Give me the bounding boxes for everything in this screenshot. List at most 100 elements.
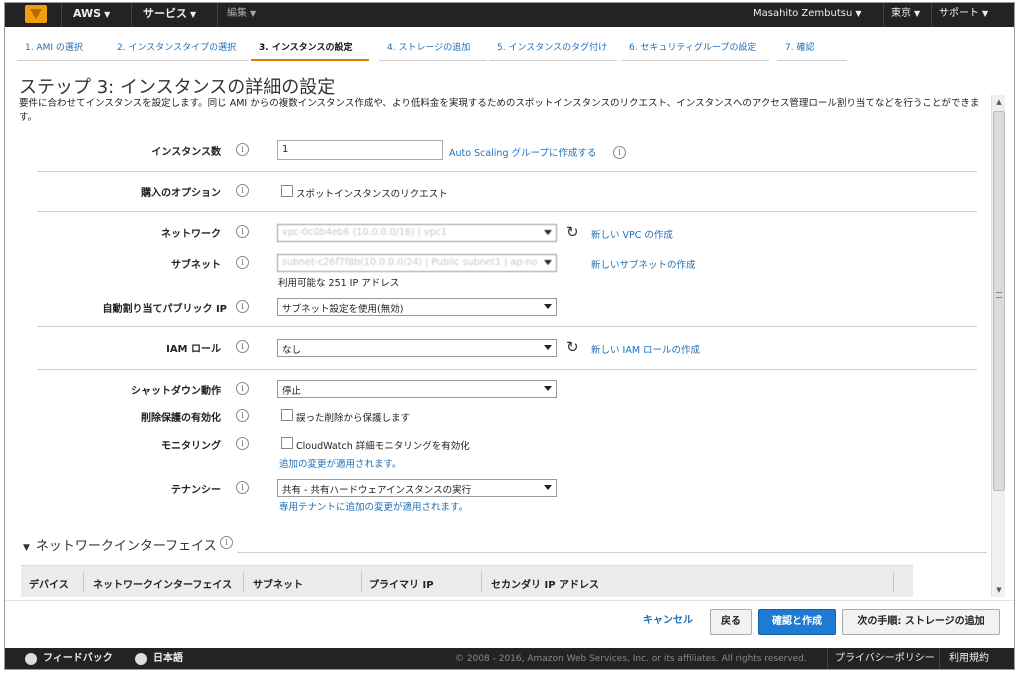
divider bbox=[37, 326, 977, 327]
shutdown-label: シャットダウン動作 bbox=[131, 386, 221, 397]
spot-request-label: スポットインスタンスのリクエスト bbox=[296, 189, 448, 200]
shutdown-value: 停止 bbox=[282, 386, 302, 397]
column-subnet: サブネット bbox=[253, 580, 303, 591]
info-icon[interactable]: i bbox=[220, 536, 233, 549]
caret-down-icon: ▼ bbox=[23, 543, 30, 553]
divider bbox=[883, 3, 884, 27]
info-icon[interactable]: i bbox=[236, 340, 249, 353]
info-icon[interactable]: i bbox=[236, 300, 249, 313]
create-vpc-link[interactable]: 新しい VPC の作成 bbox=[591, 227, 673, 241]
scrollbar-thumb[interactable] bbox=[993, 111, 1005, 491]
info-icon[interactable]: i bbox=[613, 146, 626, 159]
public-ip-select[interactable]: サブネット設定を使用(無効) bbox=[277, 298, 557, 316]
monitoring-note: 追加の変更が適用されます。 bbox=[279, 459, 402, 470]
iam-role-label: IAM ロール bbox=[166, 344, 221, 355]
edit-menu[interactable]: 編集 ▼ bbox=[227, 3, 256, 27]
instance-count-input[interactable]: 1 bbox=[277, 140, 443, 160]
chevron-down-icon: ▼ bbox=[855, 9, 862, 18]
console-window: AWS ▼ サービス ▼ 編集 ▼ Masahito Zembutsu ▼ 東京 ▼ サポ… bbox=[4, 2, 1015, 670]
network-interfaces-title: ネットワークインターフェイス bbox=[35, 539, 217, 554]
info-icon[interactable]: i bbox=[236, 481, 249, 494]
chevron-down-icon: ▼ bbox=[250, 9, 257, 18]
monitoring-checkbox[interactable] bbox=[281, 437, 293, 449]
termination-protection-label: 削除保護の有効化 bbox=[141, 413, 221, 424]
info-icon[interactable]: i bbox=[236, 437, 249, 450]
create-iam-role-link[interactable]: 新しい IAM ロールの作成 bbox=[591, 342, 700, 356]
chevron-down-icon bbox=[544, 260, 552, 265]
network-interfaces-table-header: デバイス ネットワークインターフェイス サブネット プライマリ IP セカンダリ… bbox=[21, 565, 913, 597]
privacy-policy-link[interactable]: プライバシーポリシー bbox=[835, 648, 935, 669]
region-menu[interactable]: 東京 ▼ bbox=[891, 3, 920, 27]
column-network-interface: ネットワークインターフェイス bbox=[93, 580, 233, 591]
column-secondary-ip: セカンダリ IP アドレス bbox=[491, 580, 600, 591]
next-add-storage-button[interactable]: 次の手順: ストレージの追加 bbox=[842, 609, 1000, 635]
refresh-icon[interactable]: ↻ bbox=[566, 224, 579, 240]
info-icon[interactable]: i bbox=[236, 184, 249, 197]
divider bbox=[481, 572, 482, 592]
purchase-option-label: 購入のオプション bbox=[141, 188, 221, 199]
divider bbox=[931, 3, 932, 27]
info-icon[interactable]: i bbox=[236, 382, 249, 395]
network-select[interactable]: vpc-0c0b4eb6 (10.0.0.0/16) | vpc1 bbox=[277, 224, 557, 242]
aws-menu[interactable]: AWS ▼ bbox=[73, 3, 110, 27]
chevron-down-icon bbox=[544, 304, 552, 309]
page-description: 要件に合わせてインスタンスを設定します。同じ AMI からの複数インスタンス作成… bbox=[19, 98, 980, 123]
iam-role-select[interactable]: なし bbox=[277, 339, 557, 357]
scroll-up-icon[interactable]: ▲ bbox=[992, 95, 1006, 109]
public-ip-value: サブネット設定を使用(無効) bbox=[282, 304, 404, 315]
wizard-actions: キャンセル 戻る 確認と作成 次の手順: ストレージの追加 bbox=[5, 600, 1014, 640]
cancel-button[interactable]: キャンセル bbox=[633, 609, 703, 635]
vertical-scrollbar[interactable]: ▲ ▼ bbox=[991, 95, 1005, 597]
divider bbox=[37, 369, 977, 370]
termination-protection-checkbox[interactable] bbox=[281, 409, 293, 421]
language-selector[interactable]: 日本語 bbox=[153, 648, 183, 669]
chevron-down-icon: ▼ bbox=[104, 10, 111, 19]
review-and-launch-button[interactable]: 確認と作成 bbox=[758, 609, 836, 635]
divider bbox=[893, 572, 894, 592]
network-interfaces-toggle[interactable]: ▼ ネットワークインターフェイス bbox=[23, 535, 217, 554]
column-primary-ip: プライマリ IP bbox=[369, 580, 434, 591]
public-ip-label: 自動割り当てパブリック IP bbox=[102, 304, 227, 315]
subnet-value: subnet-c26f7f8b(10.0.0.0/24) | Public su… bbox=[282, 257, 538, 268]
tenancy-select[interactable]: 共有 - 共有ハードウェアインスタンスの実行 bbox=[277, 479, 557, 497]
subnet-select[interactable]: subnet-c26f7f8b(10.0.0.0/24) | Public su… bbox=[277, 254, 557, 272]
support-menu[interactable]: サポート ▼ bbox=[939, 3, 988, 27]
chevron-down-icon bbox=[544, 345, 552, 350]
aws-logo-icon[interactable] bbox=[25, 5, 47, 23]
chevron-down-icon bbox=[544, 386, 552, 391]
column-device: デバイス bbox=[29, 580, 69, 591]
info-icon[interactable]: i bbox=[236, 409, 249, 422]
auto-scaling-link[interactable]: Auto Scaling グループに作成する bbox=[449, 145, 596, 159]
iam-role-value: なし bbox=[282, 345, 302, 356]
terms-link[interactable]: 利用規約 bbox=[949, 648, 989, 669]
step-choose-ami[interactable]: 1. AMI の選択 bbox=[17, 37, 109, 61]
feedback-link[interactable]: フィードバック bbox=[43, 648, 113, 669]
divider bbox=[37, 171, 977, 172]
chevron-down-icon bbox=[544, 230, 552, 235]
create-subnet-link[interactable]: 新しいサブネットの作成 bbox=[591, 257, 696, 271]
shutdown-select[interactable]: 停止 bbox=[277, 380, 557, 398]
info-icon[interactable]: i bbox=[236, 225, 249, 238]
scroll-down-icon[interactable]: ▼ bbox=[992, 583, 1006, 597]
step-review[interactable]: 7. 確認 bbox=[777, 37, 847, 61]
monitoring-label: モニタリング bbox=[161, 441, 221, 452]
divider bbox=[237, 552, 987, 553]
step-configure-security-group[interactable]: 6. セキュリティグループの設定 bbox=[621, 37, 769, 61]
step-configure-instance[interactable]: 3. インスタンスの設定 bbox=[251, 37, 369, 61]
services-menu[interactable]: サービス ▼ bbox=[143, 3, 196, 27]
user-menu[interactable]: Masahito Zembutsu ▼ bbox=[753, 3, 861, 27]
chevron-down-icon: ▼ bbox=[190, 10, 197, 19]
network-label: ネットワーク bbox=[161, 229, 221, 240]
step-choose-instance-type[interactable]: 2. インスタンスタイプの選択 bbox=[109, 37, 249, 61]
info-icon[interactable]: i bbox=[236, 143, 249, 156]
chevron-down-icon bbox=[544, 485, 552, 490]
spot-request-checkbox[interactable] bbox=[281, 185, 293, 197]
instances-label: インスタンス数 bbox=[151, 147, 221, 158]
top-navigation-bar: AWS ▼ サービス ▼ 編集 ▼ Masahito Zembutsu ▼ 東京 ▼ サポ… bbox=[5, 3, 1014, 27]
back-button[interactable]: 戻る bbox=[710, 609, 752, 635]
step-add-tags[interactable]: 5. インスタンスのタグ付け bbox=[489, 37, 617, 61]
step-add-storage[interactable]: 4. ストレージの追加 bbox=[379, 37, 487, 61]
refresh-icon[interactable]: ↻ bbox=[566, 339, 579, 355]
info-icon[interactable]: i bbox=[236, 256, 249, 269]
divider bbox=[83, 572, 84, 592]
